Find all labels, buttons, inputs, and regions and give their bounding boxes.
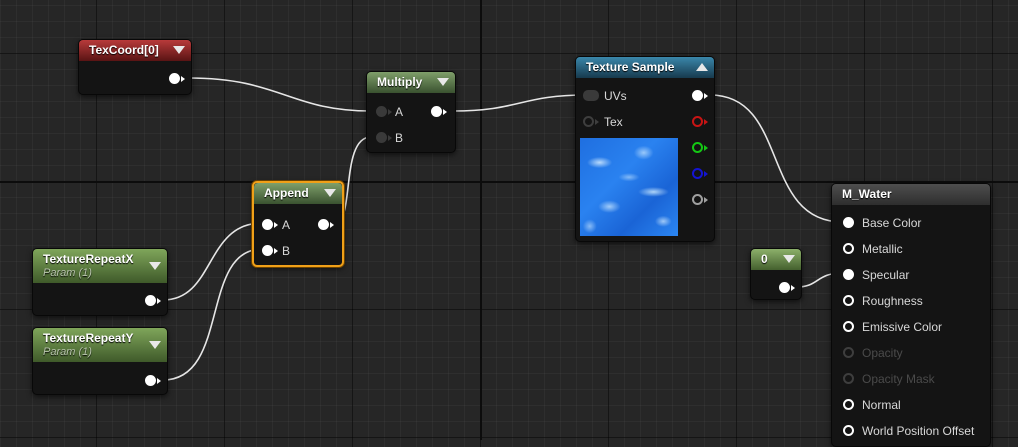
material-emissive-color-label: Emissive Color (862, 320, 943, 334)
pin-arrow-icon (157, 378, 161, 384)
collapse-arrow-icon[interactable] (324, 189, 336, 197)
wire-texsample-to-basecolor (709, 94, 844, 223)
material-opacity-pin (843, 347, 854, 358)
texture-sample-rgb-output-pin[interactable] (692, 90, 703, 101)
multiply-input-a-label: A (395, 105, 404, 119)
collapse-arrow-icon[interactable] (173, 46, 185, 54)
constant-output-pin[interactable] (779, 282, 790, 293)
material-metallic-label: Metallic (862, 242, 903, 256)
texture-repeat-x-node[interactable]: TextureRepeatX Param (1) (32, 248, 168, 316)
texture-sample-tex-pin[interactable] (583, 116, 594, 127)
texture-sample-uvs-label: UVs (604, 89, 627, 103)
texture-repeat-y-output-pin[interactable] (145, 375, 156, 386)
texture-sample-r-output-pin[interactable] (692, 116, 703, 127)
texture-sample-tex-label: Tex (604, 115, 623, 129)
material-metallic-pin[interactable] (843, 243, 854, 254)
collapse-arrow-icon[interactable] (149, 341, 161, 349)
constant-node[interactable]: 0 (750, 248, 802, 300)
material-header[interactable]: M_Water (832, 184, 990, 205)
material-world-position-offset-label: World Position Offset (862, 424, 975, 438)
texture-repeat-x-header[interactable]: TextureRepeatX Param (1) (33, 249, 167, 283)
texcoord-title: TexCoord[0] (89, 43, 159, 57)
collapse-arrow-icon[interactable] (437, 78, 449, 86)
append-input-b-pin[interactable] (262, 245, 273, 256)
multiply-header[interactable]: Multiply (367, 72, 455, 93)
append-node[interactable]: Append A B (252, 181, 344, 267)
texture-sample-node[interactable]: Texture Sample UVs Tex (575, 56, 715, 242)
wire-repeaty-to-append-b (162, 248, 263, 381)
append-input-a-label: A (282, 218, 291, 232)
pin-arrow-icon (157, 298, 161, 304)
texture-repeat-y-subtitle: Param (1) (43, 346, 92, 358)
material-normal-pin[interactable] (843, 399, 854, 410)
material-base-color-label: Base Color (862, 216, 922, 230)
texture-repeat-y-node[interactable]: TextureRepeatY Param (1) (32, 327, 168, 395)
material-emissive-color-pin[interactable] (843, 321, 854, 332)
append-input-a-pin[interactable] (262, 219, 273, 230)
multiply-node[interactable]: Multiply A B (366, 71, 456, 153)
texture-sample-g-output-pin[interactable] (692, 142, 703, 153)
append-output-pin[interactable] (318, 219, 329, 230)
material-specular-label: Specular (862, 268, 910, 282)
material-world-position-offset-pin[interactable] (843, 425, 854, 436)
pin-arrow-icon (704, 119, 708, 125)
texture-sample-header[interactable]: Texture Sample (576, 57, 714, 78)
pin-arrow-icon (704, 145, 708, 151)
texcoord-header[interactable]: TexCoord[0] (79, 40, 191, 61)
wire-texcoord-to-multiply-a (188, 77, 372, 112)
texture-sample-b-output-pin[interactable] (692, 168, 703, 179)
pin-arrow-icon (388, 109, 392, 115)
texcoord-node[interactable]: TexCoord[0] (78, 39, 192, 95)
material-result-node[interactable]: M_Water Base Color Metallic Specular Rou… (831, 183, 991, 447)
texture-repeat-y-header[interactable]: TextureRepeatY Param (1) (33, 328, 167, 362)
material-title: M_Water (842, 187, 892, 201)
texture-repeat-x-output-pin[interactable] (145, 295, 156, 306)
texcoord-output-pin[interactable] (169, 73, 180, 84)
pin-arrow-icon (704, 171, 708, 177)
material-specular-pin[interactable] (843, 269, 854, 280)
water-texture-preview (580, 138, 678, 236)
pin-arrow-icon (181, 76, 185, 82)
multiply-title: Multiply (377, 75, 423, 89)
pin-arrow-icon (704, 93, 708, 99)
append-title: Append (264, 186, 309, 200)
texture-repeat-x-title: TextureRepeatX (43, 252, 134, 266)
material-opacity-mask-label: Opacity Mask (862, 372, 935, 386)
constant-value: 0 (761, 252, 768, 266)
material-roughness-label: Roughness (862, 294, 923, 308)
constant-header[interactable]: 0 (751, 249, 801, 270)
pin-arrow-icon (274, 222, 278, 228)
wire-multiply-to-uvs (452, 94, 588, 112)
collapse-arrow-icon[interactable] (783, 255, 795, 263)
pin-arrow-icon (704, 197, 708, 203)
texture-repeat-x-subtitle: Param (1) (43, 267, 92, 279)
pin-arrow-icon (443, 109, 447, 115)
multiply-input-b-label: B (395, 131, 404, 145)
append-header[interactable]: Append (254, 183, 342, 204)
material-opacity-label: Opacity (862, 346, 903, 360)
material-normal-label: Normal (862, 398, 901, 412)
expand-arrow-icon[interactable] (696, 63, 708, 71)
collapse-arrow-icon[interactable] (149, 262, 161, 270)
texture-sample-title: Texture Sample (586, 60, 675, 74)
material-roughness-pin[interactable] (843, 295, 854, 306)
texture-repeat-y-title: TextureRepeatY (43, 331, 134, 345)
material-base-color-pin[interactable] (843, 217, 854, 228)
pin-arrow-icon (388, 135, 392, 141)
material-opacity-mask-pin (843, 373, 854, 384)
pin-arrow-icon (274, 248, 278, 254)
pin-arrow-icon (330, 222, 334, 228)
multiply-input-b-pin[interactable] (376, 132, 387, 143)
wire-repeatx-to-append-a (162, 222, 263, 301)
multiply-output-pin[interactable] (431, 106, 442, 117)
pin-arrow-icon (791, 285, 795, 291)
texture-sample-a-output-pin[interactable] (692, 194, 703, 205)
append-input-b-label: B (282, 244, 291, 258)
texture-sample-uvs-pin[interactable] (583, 90, 599, 101)
multiply-input-a-pin[interactable] (376, 106, 387, 117)
pin-arrow-icon (595, 119, 599, 125)
